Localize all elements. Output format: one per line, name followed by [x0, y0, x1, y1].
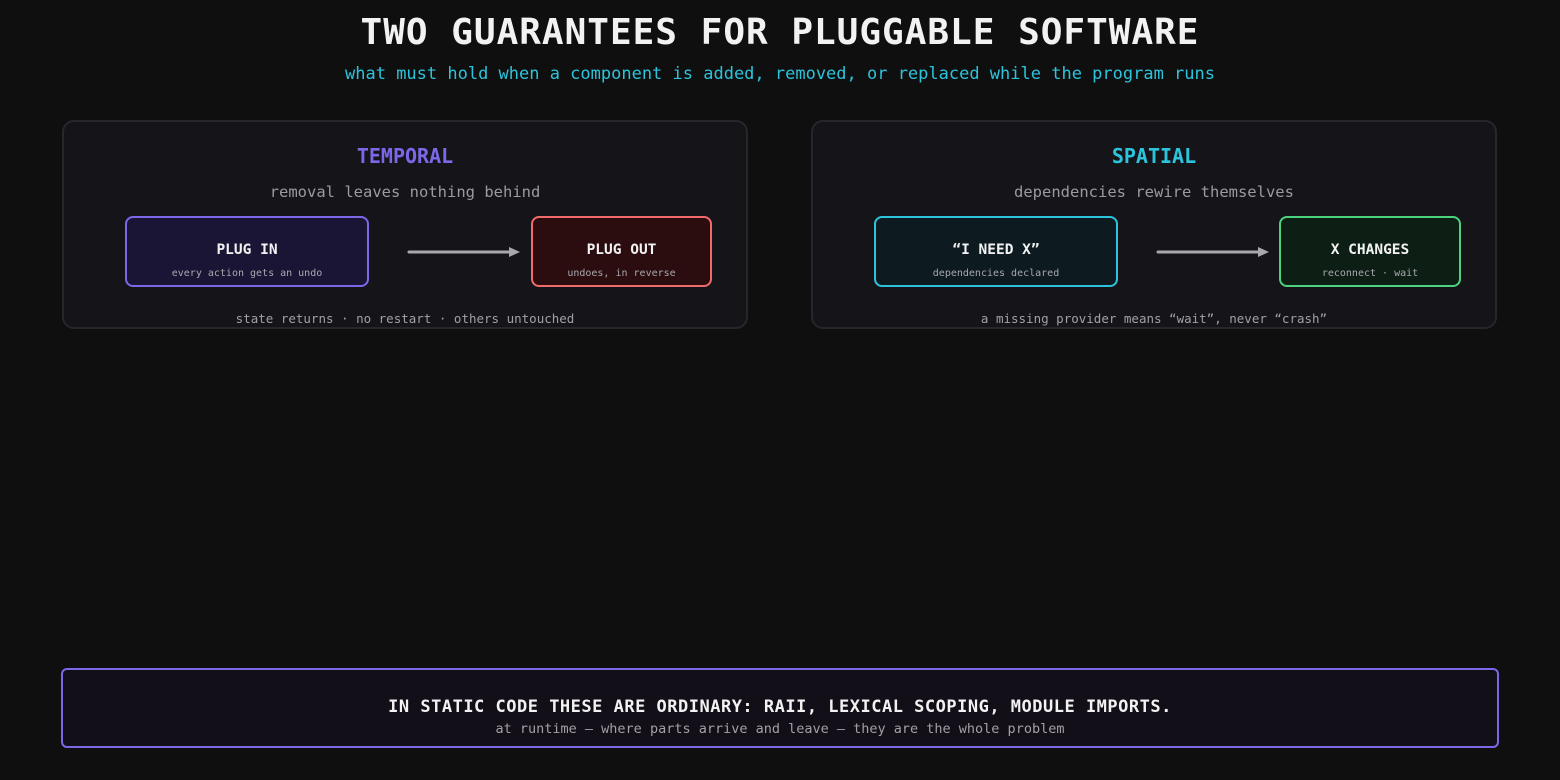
node-caption: undoes, in reverse	[567, 268, 676, 279]
panel-heading: SPATIAL	[1111, 144, 1197, 168]
banner-main-text: IN STATIC CODE THESE ARE ORDINARY: RAII,…	[388, 697, 1172, 717]
panel-subheading: dependencies rewire themselves	[1014, 183, 1294, 201]
plug-out-node: PLUG OUT undoes, in reverse	[531, 216, 712, 287]
banner-sub-text: at runtime — where parts arrive and leav…	[495, 721, 1065, 737]
node-label: PLUG OUT	[586, 242, 657, 258]
node-caption: every action gets an undo	[171, 268, 323, 279]
temporal-panel: TEMPORAL removal leaves nothing behind P…	[62, 120, 748, 329]
panel-subheading: removal leaves nothing behind	[269, 183, 541, 201]
diagram-title: TWO GUARANTEES FOR PLUGGABLE SOFTWARE	[360, 12, 1200, 53]
node-label: X CHANGES	[1330, 242, 1410, 258]
diagram-subtitle: what must hold when a component is added…	[345, 64, 1215, 84]
i-need-x-node: “I NEED X” dependencies declared	[874, 216, 1118, 287]
node-label: PLUG IN	[216, 242, 278, 258]
panel-footer: a missing provider means “wait”, never “…	[980, 311, 1328, 326]
panel-footer: state returns · no restart · others unto…	[235, 311, 575, 326]
summary-banner: IN STATIC CODE THESE ARE ORDINARY: RAII,…	[61, 668, 1499, 748]
arrow-icon	[1156, 247, 1269, 257]
node-caption: reconnect · wait	[1321, 268, 1419, 279]
arrow-icon	[407, 247, 520, 257]
spatial-panel: SPATIAL dependencies rewire themselves “…	[811, 120, 1497, 329]
plug-in-node: PLUG IN every action gets an undo	[125, 216, 369, 287]
x-changes-node: X CHANGES reconnect · wait	[1279, 216, 1461, 287]
node-label: “I NEED X”	[952, 242, 1040, 258]
panel-heading: TEMPORAL	[356, 144, 454, 168]
node-caption: dependencies declared	[932, 268, 1060, 279]
